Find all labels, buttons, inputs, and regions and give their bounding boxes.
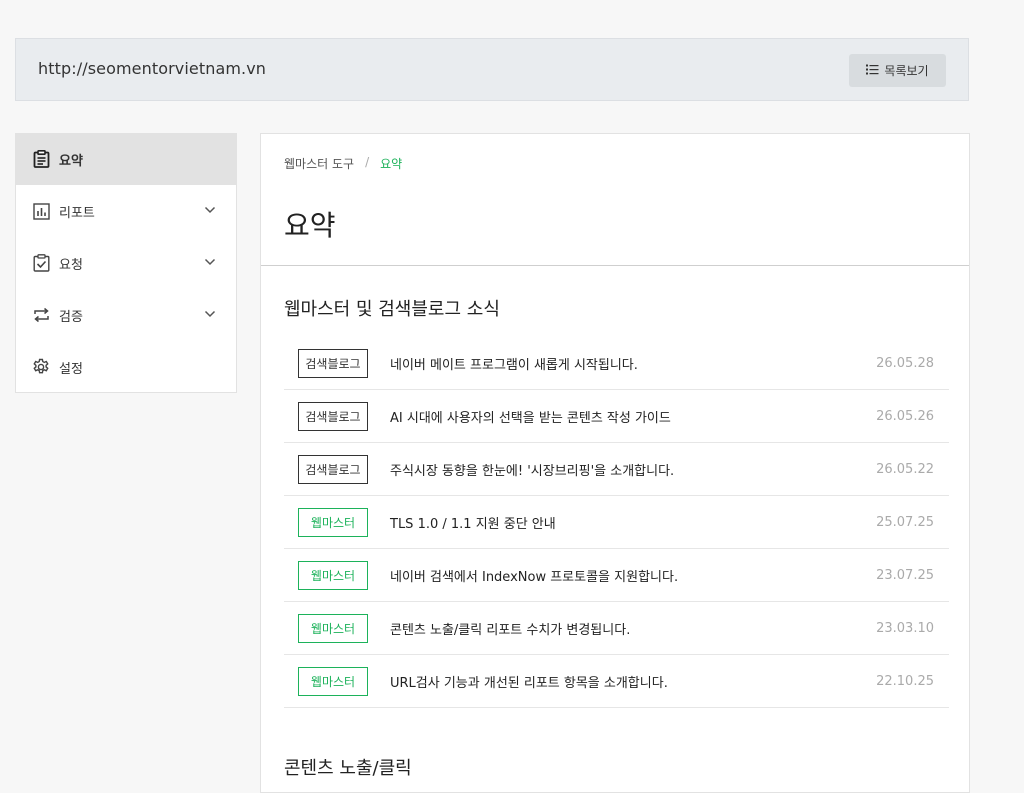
sidebar-nav: 요약 리포트 요청 검증 설정 — [15, 133, 237, 393]
news-date: 25.07.25 — [876, 514, 934, 530]
news-row[interactable]: 웹마스터 네이버 검색에서 IndexNow 프로토콜을 지원합니다. 23.0… — [284, 549, 949, 602]
sidebar-item-label: 리포트 — [59, 205, 95, 221]
breadcrumb-current: 요약 — [380, 157, 403, 171]
sidebar-item-request[interactable]: 요청 — [16, 237, 236, 289]
news-title-link[interactable]: URL검사 기능과 개선된 리포트 항목을 소개합니다. — [390, 672, 668, 691]
list-view-button[interactable]: 목록보기 — [849, 54, 946, 87]
sidebar-item-report[interactable]: 리포트 — [16, 185, 236, 237]
sidebar-item-label: 요청 — [59, 257, 83, 273]
sidebar-item-verify[interactable]: 검증 — [16, 289, 236, 341]
breadcrumb: 웹마스터 도구 / 요약 — [284, 155, 402, 172]
news-tag: 웹마스터 — [298, 507, 368, 537]
chevron-down-icon[interactable] — [204, 308, 216, 320]
sidebar-item-label: 설정 — [59, 361, 83, 377]
page-title: 요약 — [284, 209, 336, 242]
exposure-section-title: 콘텐츠 노출/클릭 — [284, 758, 412, 779]
news-date: 23.03.10 — [876, 620, 934, 636]
news-row[interactable]: 검색블로그 AI 시대에 사용자의 선택을 받는 콘텐츠 작성 가이드 26.0… — [284, 390, 949, 443]
sidebar-item-settings[interactable]: 설정 — [16, 341, 236, 393]
news-row[interactable]: 웹마스터 콘텐츠 노출/클릭 리포트 수치가 변경됩니다. 23.03.10 — [284, 602, 949, 655]
main-panel: 웹마스터 도구 / 요약 요약 웹마스터 및 검색블로그 소식 검색블로그 네이… — [260, 133, 970, 793]
news-row[interactable]: 검색블로그 주식시장 동향을 한눈에! '시장브리핑'을 소개합니다. 26.0… — [284, 443, 949, 496]
news-title-link[interactable]: 네이버 메이트 프로그램이 새롭게 시작됩니다. — [390, 354, 638, 373]
chevron-down-icon[interactable] — [204, 204, 216, 216]
news-title-link[interactable]: TLS 1.0 / 1.1 지원 중단 안내 — [390, 513, 556, 532]
list-view-label: 목록보기 — [884, 64, 929, 78]
news-tag: 검색블로그 — [298, 348, 368, 378]
clipboard-icon — [32, 150, 50, 168]
news-row[interactable]: 웹마스터 URL검사 기능과 개선된 리포트 항목을 소개합니다. 22.10.… — [284, 655, 949, 708]
news-date: 26.05.22 — [876, 461, 934, 477]
news-title-link[interactable]: 콘텐츠 노출/클릭 리포트 수치가 변경됩니다. — [390, 619, 630, 638]
news-date: 22.10.25 — [876, 673, 934, 689]
site-url: http://seomentorvietnam.vn — [38, 59, 267, 78]
breadcrumb-separator: / — [365, 155, 370, 169]
news-tag: 검색블로그 — [298, 401, 368, 431]
title-divider — [261, 265, 969, 266]
news-section-title: 웹마스터 및 검색블로그 소식 — [284, 299, 500, 320]
news-date: 26.05.26 — [876, 408, 934, 424]
news-row[interactable]: 검색블로그 네이버 메이트 프로그램이 새롭게 시작됩니다. 26.05.28 — [284, 337, 949, 390]
gear-icon — [32, 358, 50, 376]
news-title-link[interactable]: 주식시장 동향을 한눈에! '시장브리핑'을 소개합니다. — [390, 460, 674, 479]
news-row[interactable]: 웹마스터 TLS 1.0 / 1.1 지원 중단 안내 25.07.25 — [284, 496, 949, 549]
breadcrumb-root-link[interactable]: 웹마스터 도구 — [284, 155, 354, 172]
news-title-link[interactable]: 네이버 검색에서 IndexNow 프로토콜을 지원합니다. — [390, 566, 678, 585]
news-tag: 검색블로그 — [298, 454, 368, 484]
sidebar-item-label: 요약 — [59, 153, 83, 169]
bar-chart-icon — [32, 202, 50, 220]
news-tag: 웹마스터 — [298, 613, 368, 643]
news-title-link[interactable]: AI 시대에 사용자의 선택을 받는 콘텐츠 작성 가이드 — [390, 407, 671, 426]
news-tag: 웹마스터 — [298, 560, 368, 590]
news-tag: 웹마스터 — [298, 666, 368, 696]
news-list: 검색블로그 네이버 메이트 프로그램이 새롭게 시작됩니다. 26.05.28 … — [284, 337, 949, 708]
checklist-icon — [32, 254, 50, 272]
chevron-down-icon[interactable] — [204, 256, 216, 268]
sidebar-item-label: 검증 — [59, 309, 83, 325]
site-header-bar: http://seomentorvietnam.vn 목록보기 — [15, 38, 969, 101]
sidebar-item-summary[interactable]: 요약 — [15, 133, 237, 185]
news-date: 23.07.25 — [876, 567, 934, 583]
repeat-icon — [32, 306, 50, 324]
news-date: 26.05.28 — [876, 355, 934, 371]
list-icon — [866, 64, 879, 78]
